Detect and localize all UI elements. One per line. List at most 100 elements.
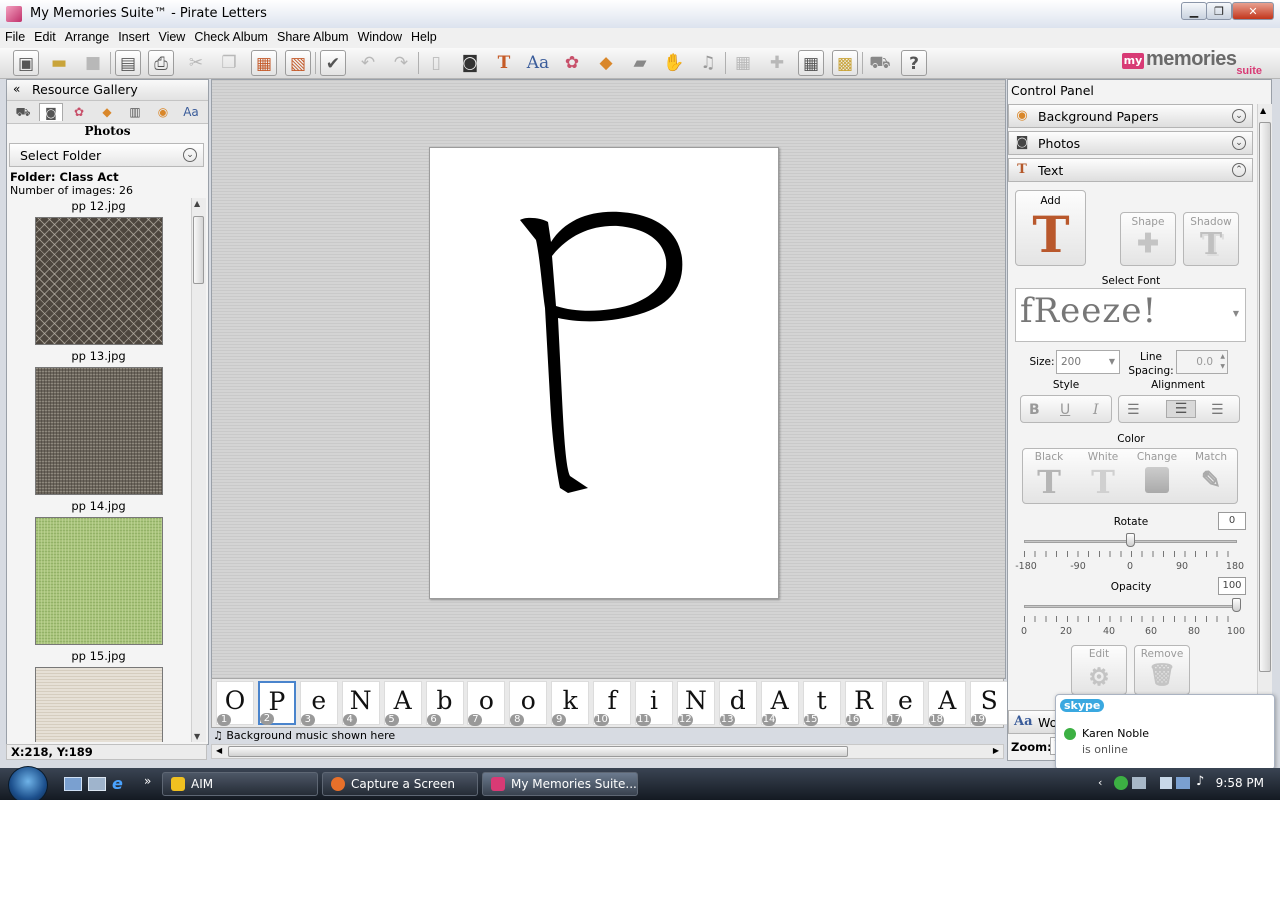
line-spacing-input[interactable]: 0.0 ▲ ▼ [1176, 350, 1228, 374]
check-icon[interactable]: ✔ [320, 50, 346, 76]
section-background-papers[interactable]: ◉ Background Papers ⌄ [1008, 104, 1253, 128]
filmstrip-page[interactable]: o7 [467, 681, 506, 726]
open-folder-icon[interactable]: ▬ [46, 50, 72, 76]
menu-view[interactable]: View [153, 28, 189, 44]
filmstrip-page[interactable]: f 10 [593, 681, 632, 726]
menu-window[interactable]: Window [353, 28, 406, 44]
bold-button[interactable]: B [1029, 402, 1040, 418]
filmstrip-page[interactable]: k9 [551, 681, 590, 726]
tray-expand-icon[interactable]: ‹ [1098, 776, 1102, 789]
select-folder-dropdown[interactable]: Select Folder ⌄ [9, 143, 204, 167]
menu-share-album[interactable]: Share Album [272, 28, 353, 44]
scroll-up-icon[interactable]: ▲ [194, 199, 200, 208]
scroll-up-icon[interactable]: ▲ [1260, 106, 1266, 115]
gallery-scrollbar[interactable]: ▲ ▼ [191, 198, 206, 742]
size-input[interactable]: 200 ▼ [1056, 350, 1120, 374]
internet-explorer-icon[interactable]: e [112, 774, 123, 793]
align-right-icon[interactable]: ☰ [1211, 402, 1224, 418]
align-left-icon[interactable]: ☰ [1127, 402, 1140, 418]
shape-button[interactable]: Shape ✚ [1120, 212, 1176, 266]
font-icon[interactable]: Aa [525, 50, 551, 76]
black-color-button[interactable]: Black T [1023, 449, 1075, 503]
network-tray-icon[interactable] [1132, 777, 1146, 789]
connection-tray-icon[interactable] [1176, 777, 1190, 789]
filmstrip-page[interactable]: N4 [341, 681, 380, 726]
shape-icon[interactable]: ◆ [95, 103, 119, 121]
cart-icon[interactable]: ⛟ [867, 50, 893, 76]
opacity-slider-knob[interactable] [1232, 598, 1241, 612]
shadow-button[interactable]: Shadow T [1183, 212, 1239, 266]
filmstrip-scroll-thumb[interactable] [228, 746, 848, 757]
font-icon[interactable]: Aa [179, 103, 203, 121]
scroll-right-icon[interactable]: ▶ [993, 746, 999, 755]
minimize-button[interactable]: ▁ [1181, 2, 1207, 20]
album-icon[interactable]: ▣ [13, 50, 39, 76]
music-icon[interactable]: ♫ [695, 50, 721, 76]
frame-icon[interactable]: ▰ [627, 50, 653, 76]
help-icon[interactable]: ? [901, 50, 927, 76]
grid-icon[interactable]: ▦ [798, 50, 824, 76]
undo-icon[interactable]: ↶ [355, 50, 381, 76]
spinner-icon[interactable]: ▲ ▼ [1220, 352, 1225, 372]
camera-icon[interactable]: ◙ [39, 103, 63, 121]
embellishment-icon[interactable]: ✿ [559, 50, 585, 76]
print-icon[interactable]: ⎙ [148, 50, 174, 76]
scroll-left-icon[interactable]: ◀ [216, 746, 222, 755]
filmstrip-page[interactable]: N 12 [676, 681, 715, 726]
text-icon[interactable]: T [491, 50, 517, 76]
white-color-button[interactable]: White T [1077, 449, 1129, 503]
filmstrip-page[interactable]: O1 [216, 681, 254, 726]
remove-text-button[interactable]: Remove 🗑 [1134, 645, 1190, 695]
menu-file[interactable]: File [0, 28, 29, 44]
filmstrip-page[interactable]: i 11 [635, 681, 673, 726]
thumbnail-pp15[interactable] [35, 667, 163, 742]
opacity-value[interactable]: 100 [1218, 577, 1246, 595]
skype-tray-icon[interactable] [1114, 776, 1128, 790]
task-firefox[interactable]: Capture a Screen Sh... [322, 772, 478, 800]
menu-arrange[interactable]: Arrange [60, 28, 113, 44]
paste-icon[interactable]: ▦ [251, 50, 277, 76]
filmstrip-page[interactable]: A5 [383, 681, 422, 726]
align-center-icon[interactable]: ☰ [1166, 400, 1196, 418]
video-icon[interactable]: ▩ [832, 50, 858, 76]
menu-help[interactable]: Help [406, 28, 441, 44]
control-panel-scrollbar[interactable]: ▲ [1257, 104, 1272, 710]
control-panel-scroll-thumb[interactable] [1259, 122, 1271, 672]
redo-icon[interactable]: ↷ [388, 50, 414, 76]
skype-notification[interactable]: skype Karen Noble is online [1055, 694, 1275, 770]
show-desktop-icon[interactable] [64, 777, 82, 791]
collapse-left-icon[interactable]: « [13, 82, 20, 96]
menu-insert[interactable]: Insert [113, 28, 153, 44]
flower-icon[interactable]: ✿ [67, 103, 91, 121]
new-page-icon[interactable]: ▯ [423, 50, 449, 76]
device-tray-icon[interactable] [1160, 777, 1172, 789]
edit-text-button[interactable]: Edit ⚙ [1071, 645, 1127, 695]
shape-icon[interactable]: ◆ [593, 50, 619, 76]
filmstrip-page[interactable]: A 14 [760, 681, 799, 726]
thumbnail-pp13[interactable] [35, 367, 163, 495]
align-icon[interactable]: ✚ [764, 50, 790, 76]
section-photos[interactable]: ◙ Photos ⌄ [1008, 131, 1253, 155]
more-icon[interactable]: » [144, 774, 151, 788]
save-icon[interactable]: ■ [80, 50, 106, 76]
change-color-button[interactable]: Change [1131, 449, 1183, 503]
gallery-scroll-thumb[interactable] [193, 216, 204, 284]
maximize-button[interactable]: ❐ [1206, 2, 1232, 20]
album-page[interactable]: P [429, 147, 779, 599]
scroll-down-icon[interactable]: ▼ [194, 732, 200, 741]
rotate-slider-knob[interactable] [1126, 533, 1135, 547]
hand-icon[interactable]: ✋ [661, 50, 687, 76]
group-icon[interactable]: ▦ [730, 50, 756, 76]
menu-check-album[interactable]: Check Album [189, 28, 272, 44]
filmstrip-page[interactable]: R 16 [844, 681, 883, 726]
paper-icon[interactable]: ◉ [151, 103, 175, 121]
filmstrip-page[interactable]: d 13 [718, 681, 757, 726]
thumbnail-pp12[interactable] [35, 217, 163, 345]
filmstrip-page[interactable]: S 19 [970, 681, 1009, 726]
rotate-value[interactable]: 0 [1218, 512, 1246, 530]
filmstrip-page[interactable]: e3 [299, 681, 338, 726]
close-button[interactable]: ✕ [1232, 2, 1274, 20]
filmstrip-page[interactable]: A 18 [928, 681, 967, 726]
cart-icon[interactable]: ⛟ [11, 103, 35, 121]
filmstrip-page[interactable]: t 15 [802, 681, 841, 726]
